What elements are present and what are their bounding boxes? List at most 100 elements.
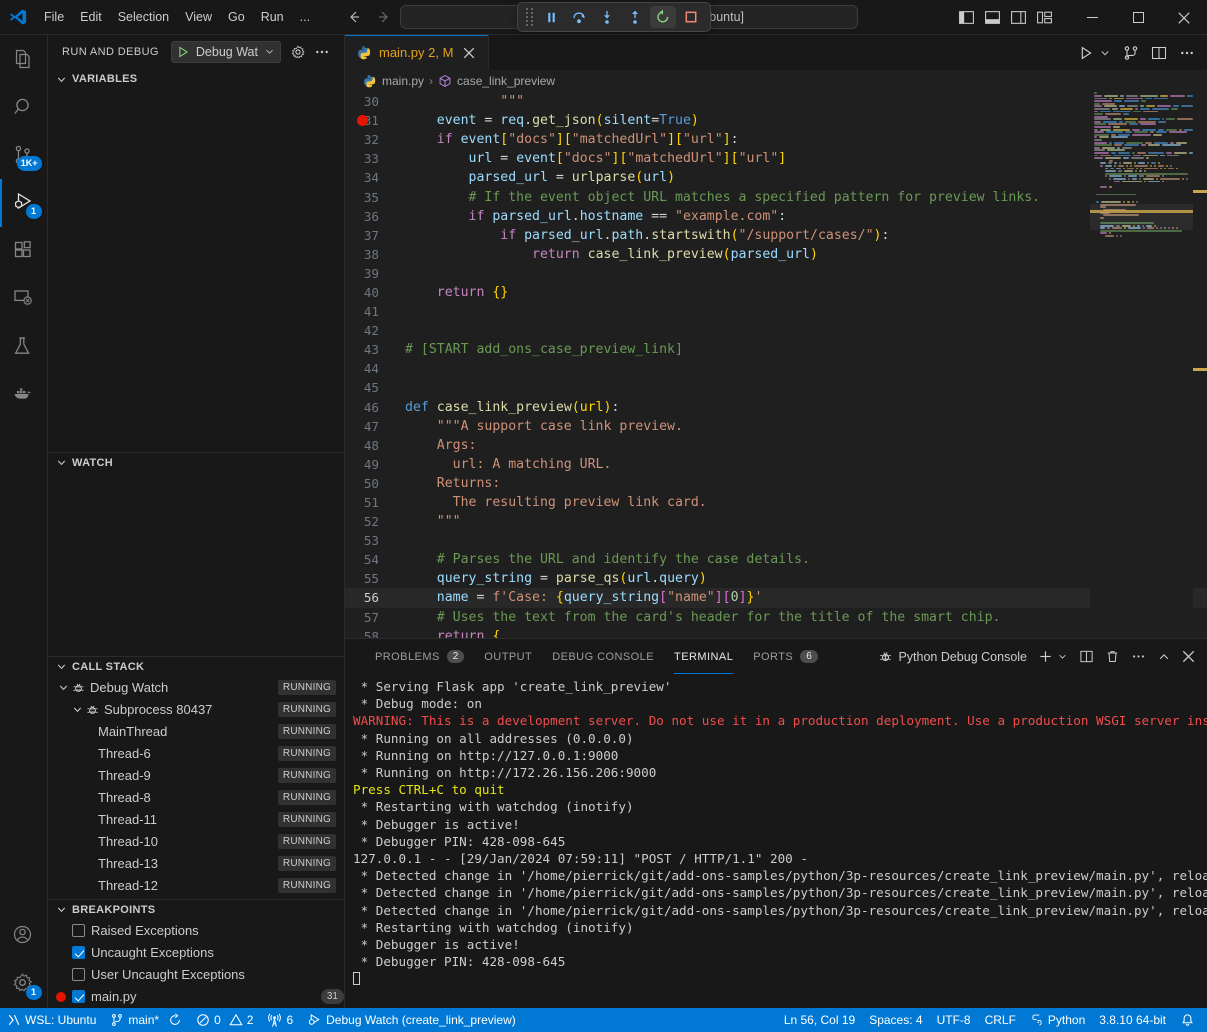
menu-view[interactable]: View (177, 6, 220, 28)
chevron-down-icon[interactable] (1099, 47, 1111, 59)
sync-icon[interactable] (168, 1013, 182, 1027)
section-header-watch[interactable]: WATCH (48, 452, 344, 473)
run-tests-icon[interactable] (1123, 45, 1139, 61)
status-language-mode[interactable]: Python (1023, 1008, 1092, 1032)
tab-output[interactable]: OUTPUT (474, 639, 542, 674)
code-line[interactable]: 33 url = event["docs"]["matchedUrl"]["ur… (345, 149, 1207, 168)
close-icon[interactable] (460, 44, 478, 62)
debug-configuration-dropdown[interactable]: Debug Wat (171, 41, 281, 63)
call-stack-row[interactable]: Thread-8RUNNING (48, 787, 344, 809)
more-actions-icon[interactable] (1131, 649, 1146, 664)
minimap[interactable] (1090, 92, 1193, 638)
drag-handle-icon[interactable] (524, 8, 536, 26)
chevron-down-icon[interactable] (56, 681, 70, 695)
code-line[interactable]: 46def case_link_preview(url): (345, 398, 1207, 417)
menu-file[interactable]: File (36, 6, 72, 28)
debug-toolbar[interactable] (517, 2, 711, 32)
terminal-output[interactable]: * Serving Flask app 'create_link_preview… (345, 674, 1207, 1008)
tab-main-py[interactable]: main.py 2, M (345, 35, 489, 70)
call-stack-row[interactable]: Debug WatchRUNNING (48, 677, 344, 699)
sidebar-item-source-control[interactable]: 1K+ (0, 131, 48, 179)
code-line[interactable]: 34 parsed_url = urlparse(url) (345, 168, 1207, 187)
call-stack-row[interactable]: Thread-10RUNNING (48, 831, 344, 853)
code-line[interactable]: 37 if parsed_url.path.startswith("/suppo… (345, 226, 1207, 245)
status-notifications[interactable] (1173, 1008, 1207, 1032)
close-panel-icon[interactable] (1182, 650, 1195, 663)
breakpoint-checkbox[interactable] (72, 990, 85, 1003)
window-minimize-button[interactable] (1069, 0, 1115, 35)
menu-go[interactable]: Go (220, 6, 253, 28)
debug-step-into-button[interactable] (594, 6, 620, 28)
variables-tree[interactable] (48, 90, 344, 452)
menu-more[interactable]: ... (292, 6, 318, 28)
code-line[interactable]: 58 return { (345, 627, 1207, 638)
toggle-secondary-sidebar-icon[interactable] (1010, 9, 1027, 26)
status-indentation[interactable]: Spaces: 4 (862, 1008, 929, 1032)
debug-step-out-button[interactable] (622, 6, 648, 28)
code-line[interactable]: 30 """ (345, 92, 1207, 111)
code-line[interactable]: 52 """ (345, 512, 1207, 531)
sidebar-item-docker[interactable] (0, 371, 48, 419)
tab-terminal[interactable]: TERMINAL (664, 639, 743, 674)
go-forward-icon[interactable] (376, 9, 392, 25)
watch-tree[interactable] (48, 473, 344, 656)
toggle-primary-sidebar-icon[interactable] (958, 9, 975, 26)
accounts-button[interactable] (0, 912, 48, 960)
call-stack-row[interactable]: Thread-9RUNNING (48, 765, 344, 787)
debug-pause-button[interactable] (538, 6, 564, 28)
customize-layout-icon[interactable] (1036, 9, 1053, 26)
code-lines[interactable]: 30 """31 event = req.get_json(silent=Tru… (345, 92, 1207, 638)
status-cursor-position[interactable]: Ln 56, Col 19 (777, 1008, 862, 1032)
window-maximize-button[interactable] (1115, 0, 1161, 35)
more-actions-icon[interactable] (1179, 45, 1195, 61)
call-stack-row[interactable]: Thread-11RUNNING (48, 809, 344, 831)
sidebar-item-remote-explorer[interactable] (0, 275, 48, 323)
sidebar-item-run-and-debug[interactable]: 1 (0, 179, 48, 227)
section-header-breakpoints[interactable]: BREAKPOINTS (48, 899, 344, 920)
code-line[interactable]: 48 Args: (345, 436, 1207, 455)
menu-run[interactable]: Run (253, 6, 292, 28)
code-line[interactable]: 50 Returns: (345, 474, 1207, 493)
code-viewport[interactable]: 30 """31 event = req.get_json(silent=Tru… (345, 92, 1207, 638)
code-line[interactable]: 43# [START add_ons_case_preview_link] (345, 340, 1207, 359)
maximize-panel-icon[interactable] (1157, 650, 1171, 664)
breakpoint-row[interactable]: Raised Exceptions (48, 920, 344, 942)
menu-edit[interactable]: Edit (72, 6, 110, 28)
code-line[interactable]: 53 (345, 531, 1207, 550)
split-terminal-icon[interactable] (1079, 649, 1094, 664)
start-debugging-icon[interactable] (176, 45, 190, 59)
breadcrumb-item-file[interactable]: main.py (382, 74, 424, 88)
tab-debug-console[interactable]: DEBUG CONSOLE (542, 639, 664, 674)
call-stack-row[interactable]: Subprocess 80437RUNNING (48, 699, 344, 721)
call-stack-row[interactable]: Thread-13RUNNING (48, 853, 344, 875)
breakpoint-checkbox[interactable] (72, 946, 85, 959)
status-ports[interactable]: 6 (260, 1008, 300, 1032)
go-back-icon[interactable] (346, 9, 362, 25)
code-line[interactable]: 57 # Uses the text from the card's heade… (345, 608, 1207, 627)
code-line[interactable]: 36 if parsed_url.hostname == "example.co… (345, 207, 1207, 226)
split-editor-icon[interactable] (1151, 45, 1167, 61)
breakpoint-checkbox[interactable] (72, 924, 85, 937)
sidebar-item-extensions[interactable] (0, 227, 48, 275)
new-terminal-icon[interactable] (1038, 649, 1053, 664)
status-remote-indicator[interactable]: WSL: Ubuntu (0, 1008, 103, 1032)
code-line[interactable]: 49 url: A matching URL. (345, 455, 1207, 474)
chevron-down-icon[interactable] (1057, 651, 1068, 662)
status-eol[interactable]: CRLF (978, 1008, 1023, 1032)
code-line[interactable]: 51 The resulting preview link card. (345, 493, 1207, 512)
minimap-slider[interactable] (1090, 204, 1193, 230)
call-stack-row[interactable]: Thread-6RUNNING (48, 743, 344, 765)
kill-terminal-icon[interactable] (1105, 649, 1120, 664)
editor-scrollbar[interactable] (1193, 92, 1207, 638)
menu-selection[interactable]: Selection (110, 6, 177, 28)
breakpoint-row[interactable]: Uncaught Exceptions (48, 942, 344, 964)
active-terminal-name[interactable]: Python Debug Console (878, 649, 1027, 664)
status-encoding[interactable]: UTF-8 (930, 1008, 978, 1032)
debug-restart-button[interactable] (650, 6, 676, 28)
code-line[interactable]: 40 return {} (345, 283, 1207, 302)
chevron-down-icon[interactable] (70, 703, 84, 717)
window-close-button[interactable] (1161, 0, 1207, 35)
code-line[interactable]: 38 return case_link_preview(parsed_url) (345, 245, 1207, 264)
status-debug-session[interactable]: Debug Watch (create_link_preview) (300, 1008, 523, 1032)
gear-icon[interactable] (290, 44, 306, 60)
